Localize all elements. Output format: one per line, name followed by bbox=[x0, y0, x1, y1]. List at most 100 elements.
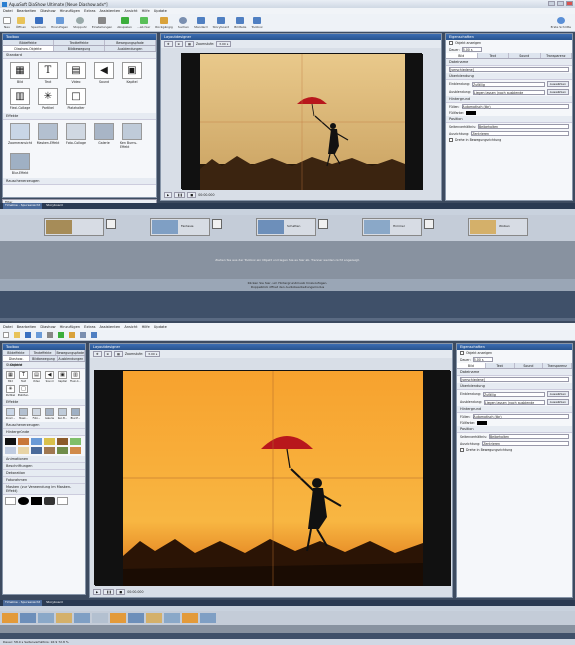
add-icon[interactable] bbox=[36, 332, 42, 338]
clip-4[interactable]: Himmel bbox=[362, 218, 422, 236]
menu-diashow[interactable]: Diashow bbox=[40, 9, 55, 13]
clip-3[interactable]: Schatten bbox=[256, 218, 316, 236]
section-rauschen[interactable]: Rauschenerzeugen bbox=[3, 178, 156, 185]
folder-icon[interactable] bbox=[14, 332, 20, 338]
undo-button[interactable]: Rückgängig bbox=[155, 16, 173, 29]
section-masken[interactable]: Masken (zur Verwendung im Masken-Effekt) bbox=[3, 484, 85, 495]
stop-preview-button[interactable]: ■ bbox=[116, 589, 126, 595]
undo-icon[interactable] bbox=[69, 332, 75, 338]
item-partikel[interactable]: ✳ Partikel bbox=[5, 385, 16, 397]
pause-preview-button[interactable]: ❚❚ bbox=[174, 192, 186, 198]
filename-field[interactable]: [verschiedene] bbox=[449, 67, 569, 72]
background-swatch[interactable] bbox=[18, 447, 29, 454]
background-swatch[interactable] bbox=[31, 447, 42, 454]
tab-bildeffekte[interactable]: Bildeffekte bbox=[3, 350, 30, 355]
tab-bildbewegung[interactable]: Bildbewegung bbox=[30, 356, 58, 361]
clip-thumb[interactable] bbox=[128, 613, 144, 623]
background-swatch[interactable] bbox=[5, 438, 16, 445]
play-button[interactable]: Abspielen bbox=[117, 16, 132, 29]
open-button[interactable]: Öffnen bbox=[16, 16, 26, 29]
zoom-tool[interactable]: ⊕ bbox=[103, 351, 113, 357]
effect-foto-collage[interactable]: Foto... bbox=[31, 408, 42, 420]
section-standard[interactable]: Standard bbox=[3, 52, 156, 59]
menu-bearbeiten[interactable]: Bearbeiten bbox=[17, 9, 37, 13]
menu-hilfe[interactable]: Hilfe bbox=[142, 9, 150, 13]
section-effekte[interactable]: Effekte bbox=[3, 399, 85, 406]
move-tool[interactable]: ✥ bbox=[93, 351, 102, 357]
tab-bildbewegung[interactable]: Bildbewegung bbox=[54, 46, 105, 51]
clip-thumb[interactable] bbox=[200, 613, 216, 623]
clip-thumb[interactable] bbox=[182, 613, 198, 623]
section-rauschen[interactable]: Rauschenerzeugen bbox=[3, 422, 85, 429]
transition-3[interactable] bbox=[318, 219, 328, 229]
fade-out-choose-button[interactable]: Auswählen bbox=[546, 399, 569, 405]
fade-out-select[interactable]: Liegen lassen (noch ausblende bbox=[483, 399, 545, 405]
tab-text[interactable]: Text bbox=[486, 363, 515, 368]
new-icon[interactable] bbox=[3, 332, 9, 338]
play-preview-button[interactable]: ▶ bbox=[164, 192, 173, 198]
maximize-button[interactable] bbox=[557, 1, 564, 6]
clip-5[interactable]: Wolken bbox=[468, 218, 528, 236]
clip-thumb[interactable] bbox=[38, 613, 54, 623]
fade-in-choose-button[interactable]: Auswählen bbox=[546, 81, 569, 87]
stop-preview-button[interactable]: ■ bbox=[187, 192, 197, 198]
rotate-checkbox[interactable] bbox=[460, 448, 464, 452]
zoom-select[interactable]: 3.00 s bbox=[216, 41, 232, 47]
empty-track[interactable]: Ziehen Sie aus der Toolbox ein Objekt un… bbox=[0, 241, 575, 279]
tab-text[interactable]: Text bbox=[478, 53, 509, 58]
menu-hinzufuegen[interactable]: Hinzufügen bbox=[60, 9, 80, 13]
tab-sound[interactable]: Sound bbox=[515, 363, 544, 368]
item-bild[interactable]: ▦ Bild bbox=[5, 371, 16, 383]
move-tool[interactable]: ✥ bbox=[164, 41, 173, 47]
menu-datei[interactable]: Datei bbox=[3, 9, 13, 13]
add-button[interactable]: Hinzufügen bbox=[51, 16, 68, 29]
bildteile-button[interactable]: Bildteile bbox=[234, 16, 246, 29]
section-standard[interactable]: Standard bbox=[3, 362, 85, 369]
mask-swatch[interactable] bbox=[57, 497, 68, 505]
grid-tool[interactable]: ▦ bbox=[114, 351, 123, 357]
item-flexi-collage[interactable]: ▥ Flexi-Collage bbox=[8, 88, 32, 110]
show-object-checkbox[interactable] bbox=[449, 41, 453, 45]
background-swatch[interactable] bbox=[44, 447, 55, 454]
align-select[interactable]: Zentrieren bbox=[471, 131, 569, 136]
transition-2[interactable] bbox=[212, 219, 222, 229]
mask-swatch[interactable] bbox=[44, 497, 55, 505]
pause-preview-button[interactable]: ❚❚ bbox=[103, 589, 115, 595]
background-swatch[interactable] bbox=[31, 438, 42, 445]
fill-select[interactable]: Automatisch (tbr) bbox=[472, 414, 569, 419]
item-video[interactable]: ▤ Video bbox=[31, 371, 42, 383]
tab-transparenz[interactable]: Transparenz bbox=[543, 363, 572, 368]
effect-mask[interactable]: Mask... bbox=[18, 408, 29, 420]
section-beschriftungen[interactable]: Beschriftungen bbox=[3, 463, 85, 470]
stopwatch-button[interactable]: Stoppuhr bbox=[73, 16, 87, 29]
tab-ausblendungen[interactable]: Ausblendungen bbox=[105, 46, 156, 51]
menu-extras[interactable]: Extras bbox=[84, 325, 95, 329]
effect-ken-burns[interactable]: Ken B... bbox=[57, 408, 68, 420]
item-sound[interactable]: ◀ Sound bbox=[92, 62, 116, 84]
preview-canvas[interactable] bbox=[181, 53, 423, 190]
clip-thumb[interactable] bbox=[92, 613, 108, 623]
filename-field[interactable]: [verschiedene] bbox=[460, 377, 569, 382]
background-swatch[interactable] bbox=[57, 438, 68, 445]
grid-tool[interactable]: ▦ bbox=[185, 41, 194, 47]
menu-hilfe[interactable]: Hilfe bbox=[142, 325, 150, 329]
search-icon[interactable] bbox=[80, 332, 86, 338]
fill-select[interactable]: Automatisch (tbr) bbox=[461, 104, 569, 109]
zoom-select[interactable]: 3.00 s bbox=[145, 351, 161, 357]
effect-galerie[interactable]: Galerie bbox=[92, 123, 116, 149]
clip-thumb[interactable] bbox=[56, 613, 72, 623]
background-swatch[interactable] bbox=[5, 447, 16, 454]
item-bild[interactable]: ▦ Bild bbox=[8, 62, 32, 84]
play-preview-button[interactable]: ▶ bbox=[93, 589, 102, 595]
menu-bearbeiten[interactable]: Bearbeiten bbox=[17, 325, 37, 329]
tab-ausblendungen[interactable]: Ausblendungen bbox=[58, 356, 85, 361]
preview-canvas-2[interactable] bbox=[94, 370, 451, 586]
tab-bild[interactable]: Bild bbox=[446, 53, 478, 58]
menu-update[interactable]: Update bbox=[154, 325, 167, 329]
item-text[interactable]: T Text bbox=[36, 62, 60, 84]
section-effekte[interactable]: Effekte bbox=[3, 113, 156, 120]
item-text[interactable]: T Text bbox=[18, 371, 29, 383]
background-swatch[interactable] bbox=[70, 438, 81, 445]
menu-datei[interactable]: Datei bbox=[3, 325, 13, 329]
item-video[interactable]: ▤ Video bbox=[64, 62, 88, 84]
